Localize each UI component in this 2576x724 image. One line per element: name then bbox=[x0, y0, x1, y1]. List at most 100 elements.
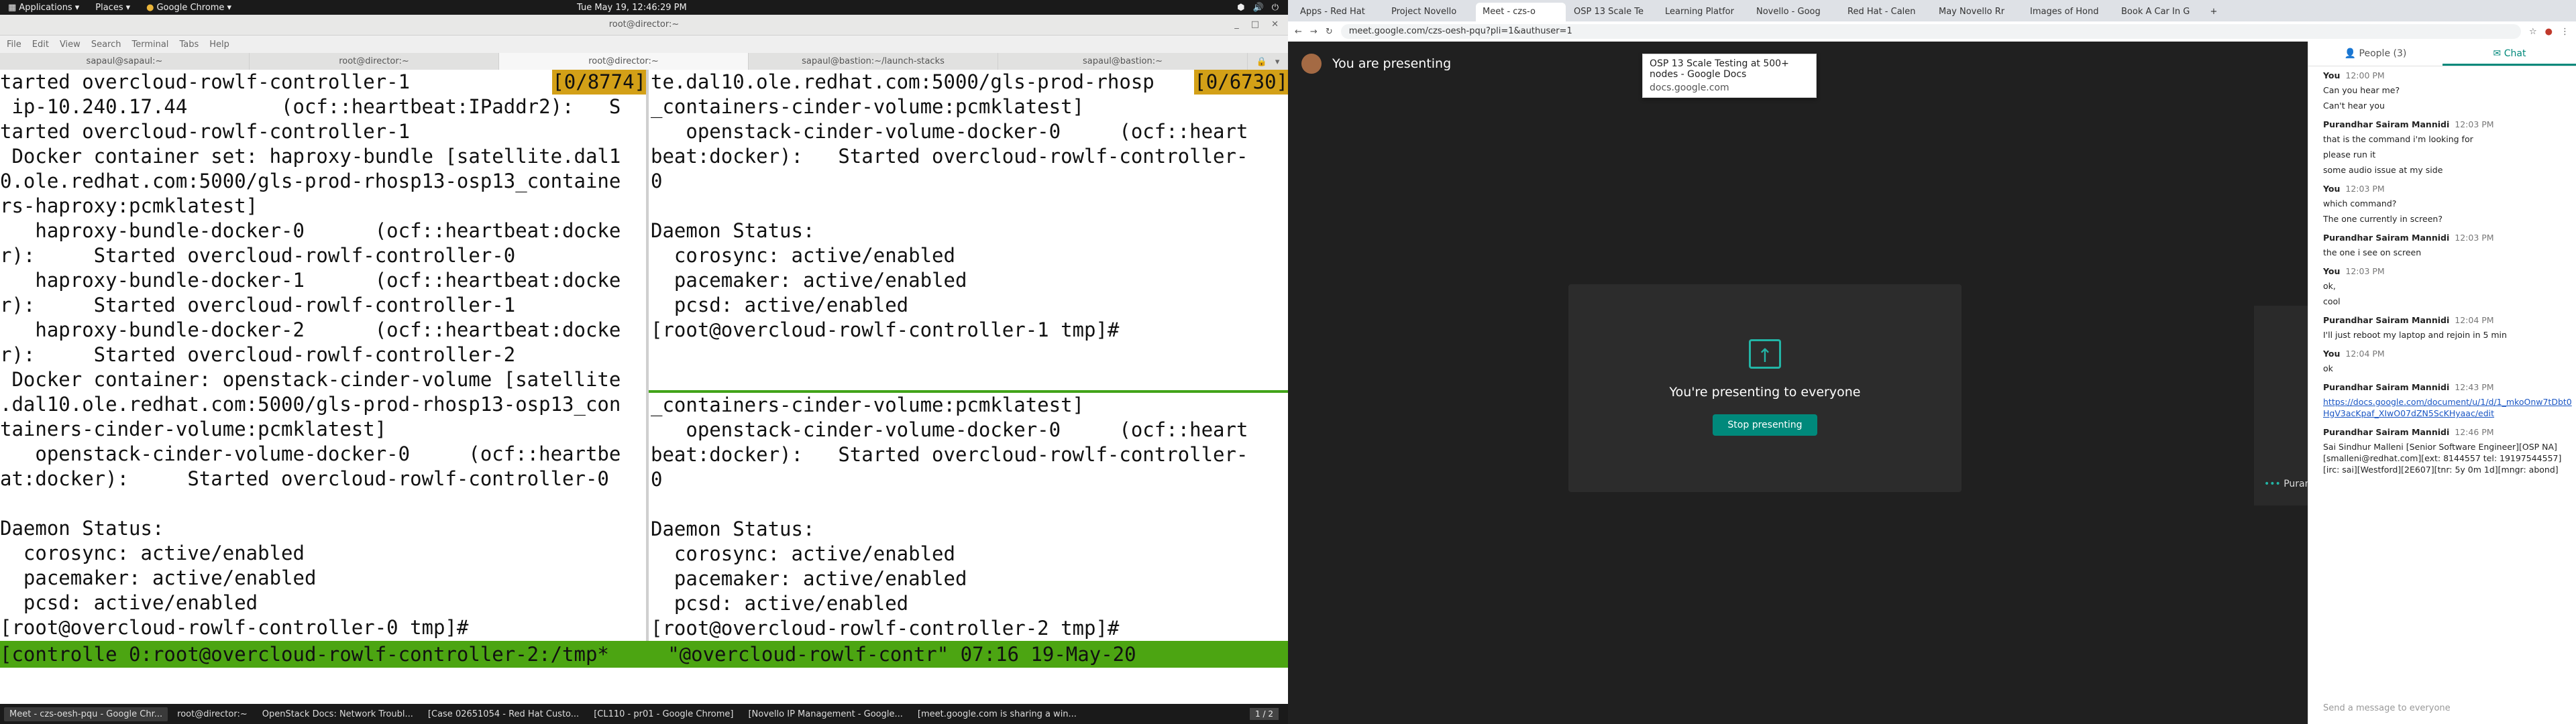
chrome-icon: ● bbox=[146, 2, 154, 13]
taskbar-item[interactable]: Meet - czs-oesh-pqu - Google Chr... bbox=[4, 707, 168, 721]
chat-message-list[interactable]: You 12:00 PM Can you hear me? Can't hear yo… bbox=[2308, 66, 2576, 479]
terminal-line: _containers-cinder-volume:pcmklatest] bbox=[651, 394, 1085, 416]
menu-search[interactable]: Search bbox=[91, 40, 121, 50]
browser-tab[interactable]: Images of Hond bbox=[2023, 3, 2113, 21]
chat-message: You 12:03 PM which command? The one current… bbox=[2308, 180, 2576, 229]
browser-tab[interactable]: Apps - Red Hat bbox=[1293, 3, 1383, 21]
presenting-indicator: You are presenting bbox=[1301, 54, 1451, 74]
terminal-line: openstack-cinder-volume-docker-0 (ocf::h… bbox=[651, 418, 1248, 441]
terminal-titlebar[interactable]: root@director:~ _ □ ✕ bbox=[0, 15, 1288, 36]
chat-text: that is the command i'm looking for bbox=[2323, 134, 2473, 144]
active-app-menu[interactable]: ● Google Chrome ▾ bbox=[138, 3, 239, 13]
stop-presenting-button[interactable]: Stop presenting bbox=[1713, 414, 1817, 436]
menu-tabs[interactable]: Tabs bbox=[179, 40, 199, 50]
tmux-pane-right-bottom[interactable]: _containers-cinder-volume:pcmklatest] op… bbox=[651, 393, 1288, 641]
taskbar-item[interactable]: [Case 02651054 - Red Hat Custo... bbox=[423, 707, 584, 721]
tmux-pane-left[interactable]: tarted overcloud-rowlf-controller-1 [0/87… bbox=[0, 70, 646, 641]
browser-tab[interactable]: Learning Platfor bbox=[1658, 3, 1748, 21]
back-icon[interactable]: ← bbox=[1295, 27, 1302, 37]
address-bar[interactable]: meet.google.com/czs-oesh-pqu?pli=1&authu… bbox=[1340, 24, 2521, 39]
menu-edit[interactable]: Edit bbox=[32, 40, 49, 50]
chat-input[interactable]: Send a message to everyone bbox=[2323, 703, 2451, 713]
terminal-tab[interactable]: sapaul@bastion:~ bbox=[998, 53, 1248, 70]
star-icon[interactable]: ☆ bbox=[2529, 27, 2537, 37]
menu-terminal[interactable]: Terminal bbox=[131, 40, 168, 50]
taskbar-item[interactable]: [meet.google.com is sharing a win... bbox=[912, 707, 1082, 721]
reload-icon[interactable]: ↻ bbox=[1326, 27, 1333, 37]
menu-help[interactable]: Help bbox=[209, 40, 229, 50]
minimize-icon[interactable]: _ bbox=[1234, 15, 1239, 35]
chat-message: You 12:03 PM ok, cool bbox=[2308, 262, 2576, 311]
browser-tab[interactable]: Red Hat - Calen bbox=[1841, 3, 1931, 21]
lock-icon[interactable]: 🔒 bbox=[1256, 57, 1267, 67]
terminal-line: pacemaker: active/enabled bbox=[0, 566, 317, 589]
clock[interactable]: Tue May 19, 12:46:29 PM bbox=[577, 3, 687, 13]
chat-link[interactable]: https://docs.google.com/document/u/1/d/1… bbox=[2323, 397, 2572, 418]
menu-icon[interactable]: ⋮ bbox=[2561, 27, 2569, 37]
browser-tab[interactable]: May Novello Rr bbox=[1932, 3, 2022, 21]
taskbar-item[interactable]: [Novello IP Management - Google... bbox=[743, 707, 908, 721]
workspace-pager[interactable]: 1 / 2 bbox=[1250, 708, 1279, 720]
terminal-line: corosync: active/enabled bbox=[651, 542, 955, 565]
terminal-line: 0.ole.redhat.com:5000/gls-prod-rhosp13-o… bbox=[0, 170, 621, 192]
browser-tab-active[interactable]: Meet - czs-o bbox=[1476, 3, 1566, 21]
browser-tab[interactable]: OSP 13 Scale Te bbox=[1567, 3, 1657, 21]
places-menu[interactable]: Places ▾ bbox=[87, 3, 138, 13]
terminal-tab-active[interactable]: root@director:~ bbox=[499, 53, 749, 70]
participant-tile[interactable] bbox=[2254, 306, 2308, 505]
tab-chat[interactable]: ✉ Chat bbox=[2443, 42, 2576, 66]
chat-message: Purandhar Sairam Mannidi 12:43 PM https://… bbox=[2308, 378, 2576, 423]
taskbar-item[interactable]: root@director:~ bbox=[172, 707, 253, 721]
terminal-line: openstack-cinder-volume-docker-0 (ocf::h… bbox=[0, 442, 621, 465]
tmux-status-bar: [controlle 0:root@overcloud-rowlf-contro… bbox=[0, 641, 1288, 668]
terminal-line: Daemon Status: bbox=[651, 219, 815, 242]
tab-menu-icon[interactable]: ▾ bbox=[1275, 57, 1280, 67]
terminal-line: haproxy-bundle-docker-1 (ocf::heartbeat:… bbox=[0, 269, 621, 292]
chat-sender: Purandhar Sairam Mannidi 12:03 PM bbox=[2323, 119, 2494, 129]
chat-timestamp: 12:46 PM bbox=[2455, 427, 2494, 437]
profile-icon[interactable]: ● bbox=[2545, 27, 2553, 37]
tmux-pane-right-top[interactable]: te.dal10.ole.redhat.com:5000/gls-prod-rh… bbox=[651, 70, 1288, 390]
presenting-message: You're presenting to everyone bbox=[1669, 385, 1861, 400]
taskbar-item[interactable]: [CL110 - pr01 - Google Chrome] bbox=[588, 707, 739, 721]
network-icon[interactable]: ⬢ bbox=[1237, 3, 1244, 13]
volume-icon[interactable]: 🔊 bbox=[1253, 3, 1264, 13]
terminal-tab[interactable]: sapaul@bastion:~/launch-stacks bbox=[749, 53, 998, 70]
system-tray[interactable]: ⬢ 🔊 ⏻ bbox=[1237, 3, 1279, 13]
terminal-tab[interactable]: root@director:~ bbox=[250, 53, 499, 70]
terminal-line: Docker container set: haproxy-bundle [sa… bbox=[0, 145, 621, 168]
terminal-line: [root@overcloud-rowlf-controller-1 tmp]# bbox=[651, 318, 1120, 341]
chat-panel: 👤 People (3) ✉ Chat You 12:00 PM Can you h… bbox=[2308, 42, 2576, 724]
browser-tab[interactable]: Book A Car In G bbox=[2114, 3, 2204, 21]
chat-text: Can't hear you bbox=[2323, 101, 2385, 111]
terminal-tab[interactable]: sapaul@sapaul:~ bbox=[0, 53, 250, 70]
chat-message: You 12:00 PM Can you hear me? Can't hear yo… bbox=[2308, 66, 2576, 115]
chat-text: the one i see on screen bbox=[2323, 247, 2422, 257]
browser-tab[interactable]: Novello - Goog bbox=[1750, 3, 1839, 21]
tab-people[interactable]: 👤 People (3) bbox=[2308, 42, 2443, 66]
close-icon[interactable]: ✕ bbox=[1271, 15, 1279, 35]
browser-tab[interactable]: Project Novello bbox=[1385, 3, 1474, 21]
menu-view[interactable]: View bbox=[60, 40, 80, 50]
menu-file[interactable]: File bbox=[7, 40, 21, 50]
power-icon[interactable]: ⏻ bbox=[1272, 3, 1279, 13]
new-tab-icon[interactable]: + bbox=[2206, 3, 2222, 21]
chat-message: Purandhar Sairam Mannidi 12:03 PM that is … bbox=[2308, 115, 2576, 180]
terminal-line: pcsd: active/enabled bbox=[651, 592, 909, 615]
taskbar-item[interactable]: OpenStack Docs: Network Troubl... bbox=[257, 707, 419, 721]
chat-sender: You 12:00 PM bbox=[2323, 70, 2385, 80]
chat-timestamp: 12:00 PM bbox=[2345, 70, 2385, 80]
chat-text: https://docs.google.com/document/u/1/d/1… bbox=[2323, 396, 2576, 419]
apps-icon: ▦ bbox=[8, 2, 17, 13]
chat-text: please run it bbox=[2323, 149, 2376, 160]
more-icon[interactable]: ••• bbox=[2264, 479, 2281, 489]
people-icon: 👤 bbox=[2344, 48, 2357, 59]
tmux-panes[interactable]: tarted overcloud-rowlf-controller-1 [0/87… bbox=[0, 70, 1288, 670]
applications-menu[interactable]: ▦ Applications ▾ bbox=[0, 3, 87, 13]
chat-text: cool bbox=[2323, 296, 2341, 306]
terminal-line: haproxy-bundle-docker-0 (ocf::heartbeat:… bbox=[0, 219, 621, 242]
maximize-icon[interactable]: □ bbox=[1251, 15, 1259, 35]
forward-icon[interactable]: → bbox=[1310, 27, 1318, 37]
chrome-window: Apps - Red Hat Project Novello Meet - cz… bbox=[1288, 0, 2576, 724]
